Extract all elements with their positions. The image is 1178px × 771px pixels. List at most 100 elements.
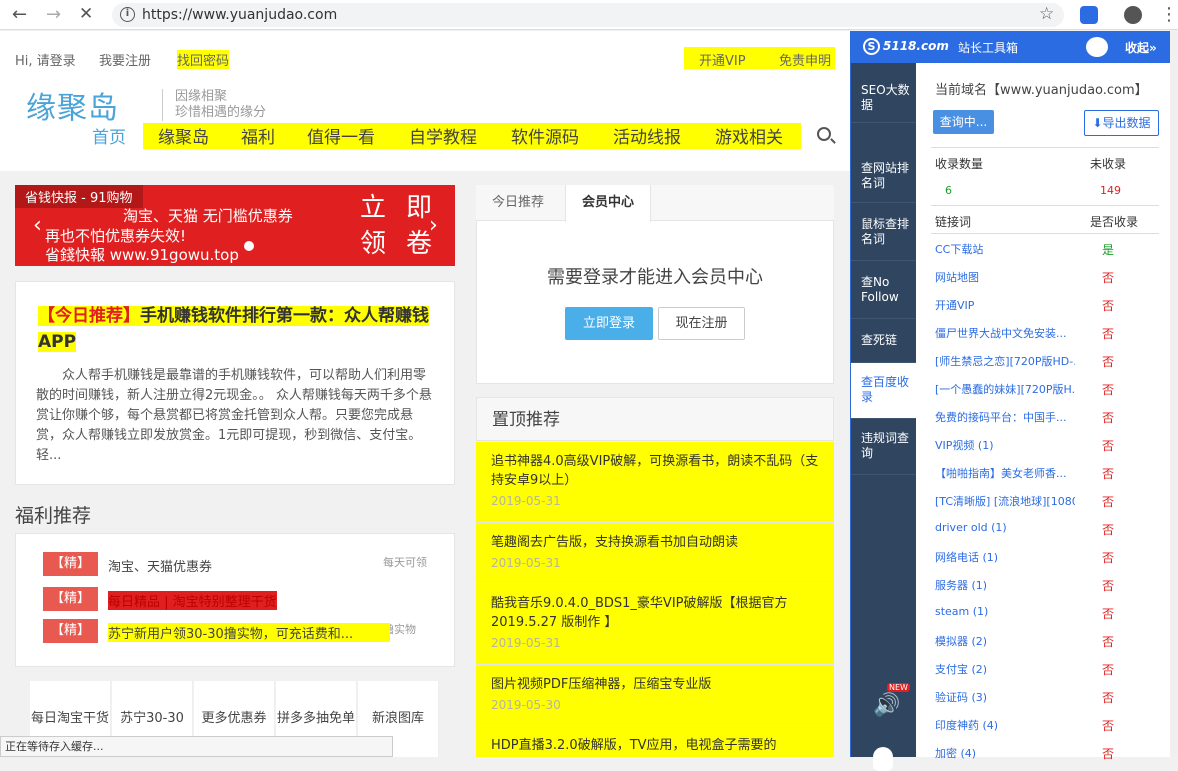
page-scrollbar[interactable] bbox=[1170, 31, 1178, 757]
nav-worth-watching[interactable]: 值得一看 bbox=[307, 123, 375, 148]
link-word[interactable]: 印度神药 (4) bbox=[935, 717, 1075, 733]
nav-activities[interactable]: 活动线报 bbox=[613, 123, 681, 148]
link-word[interactable]: 验证码 (3) bbox=[935, 689, 1075, 705]
link-word[interactable]: [一个愚蠢的妹妹][720P版H... bbox=[935, 381, 1075, 397]
sidebar-item-baidu-index[interactable]: 查百度收录 bbox=[851, 363, 916, 419]
recommend-tag: 【今日推荐】 bbox=[38, 306, 140, 326]
status-bar: 正在等待存入缓存... bbox=[0, 736, 393, 757]
back-icon[interactable]: ← bbox=[12, 4, 27, 25]
sidebar-item-seo-data[interactable]: SEO大数据 bbox=[851, 75, 916, 123]
site-logo[interactable]: 缘聚岛 bbox=[26, 83, 119, 127]
index-status: 否 bbox=[1102, 467, 1115, 481]
banner-cta: 立即领卷 bbox=[360, 193, 453, 259]
banner-dot[interactable] bbox=[244, 241, 254, 251]
speaker-icon[interactable]: 🔊 bbox=[873, 693, 900, 718]
link-word[interactable]: 网络电话 (1) bbox=[935, 549, 1075, 565]
banner-line-2: 再也不怕优惠券失效! bbox=[45, 227, 187, 245]
index-status: 否 bbox=[1102, 523, 1115, 537]
sidebar-item-site-rank[interactable]: 查网站排名词 bbox=[851, 149, 916, 203]
nav-software[interactable]: 软件源码 bbox=[511, 123, 579, 148]
promo-banner[interactable]: 省钱快报 - 91购物 淘宝、天猫 无门槛优惠券 再也不怕优惠券失效! 省錢快報… bbox=[15, 185, 455, 266]
col-indexed: 收录数量 bbox=[935, 157, 984, 171]
sidebar-item-banned-words[interactable]: 违规词查询 bbox=[851, 419, 916, 475]
link-word[interactable]: 加密 (4) bbox=[935, 745, 1075, 761]
link-word[interactable]: 支付宝 (2) bbox=[935, 661, 1075, 677]
nav-home[interactable]: 首页 bbox=[92, 123, 126, 148]
search-icon[interactable] bbox=[817, 127, 831, 141]
sidebar-item-nofollow[interactable]: 查No Follow bbox=[851, 263, 916, 319]
welfare-tag: 【精】 bbox=[43, 587, 98, 611]
toolbox-brand: 5118.com bbox=[883, 39, 949, 53]
link-word[interactable]: [师生禁忌之恋][720P版HD-... bbox=[935, 353, 1075, 369]
today-recommend-card: 【今日推荐】手机赚钱软件排行第一款：众人帮赚钱APP 众人帮手机赚钱是最靠谱的手… bbox=[15, 281, 455, 485]
recommend-title[interactable]: 【今日推荐】手机赚钱软件排行第一款：众人帮赚钱APP bbox=[38, 303, 450, 355]
register-link[interactable]: 我要注册 bbox=[99, 50, 151, 69]
nav-yuanjudao[interactable]: 缘聚岛 bbox=[158, 123, 209, 148]
login-link[interactable]: Hi, 请登录 bbox=[15, 50, 76, 69]
unindexed-count: 149 bbox=[1100, 184, 1121, 197]
query-button[interactable]: 查询中... bbox=[933, 110, 994, 134]
pinned-item[interactable]: HDP直播3.2.0破解版，TV应用，电视盒子需要的 bbox=[476, 726, 834, 757]
pinned-item[interactable]: 图片视频PDF压缩神器，压缩宝专业版 2019-05-30 bbox=[476, 665, 834, 726]
website-page: Hi, 请登录 我要注册 找回密码 开通VIP 免责申明 缘聚岛 因缘相聚 珍惜… bbox=[0, 31, 850, 757]
pinned-item-date: 2019-05-31 bbox=[491, 636, 561, 650]
link-word[interactable]: 服务器 (1) bbox=[935, 577, 1075, 593]
index-status: 是 bbox=[1102, 243, 1115, 257]
forward-icon[interactable]: → bbox=[46, 4, 61, 25]
login-button[interactable]: 立即登录 bbox=[565, 307, 653, 340]
link-word[interactable]: driver old (1) bbox=[935, 521, 1075, 534]
divider bbox=[931, 147, 1159, 148]
link-word[interactable]: VIP视频 (1) bbox=[935, 437, 1075, 453]
pinned-item-title: 图片视频PDF压缩神器，压缩宝专业版 bbox=[491, 677, 712, 692]
nav-games[interactable]: 游戏相关 bbox=[715, 123, 783, 148]
index-status: 否 bbox=[1102, 439, 1115, 453]
stop-icon[interactable]: ✕ bbox=[79, 4, 93, 24]
slogan-line-2: 珍惜相遇的缘分 bbox=[175, 105, 267, 120]
tab-member-center[interactable]: 会员中心 bbox=[565, 185, 652, 222]
link-word[interactable]: [TC清晰版] [流浪地球][1080... bbox=[935, 493, 1075, 509]
pinned-item[interactable]: 追书神器4.0高级VIP破解，可换源看书，朗读不乱码（支持安卓9以上） 2019… bbox=[476, 442, 834, 523]
current-domain: 当前域名【www.yuanjudao.com】 bbox=[935, 83, 1148, 98]
site-info-icon[interactable]: i bbox=[120, 7, 135, 22]
index-status: 否 bbox=[1102, 383, 1115, 397]
link-word[interactable]: 僵尸世界大战中文免安装... bbox=[935, 325, 1075, 341]
banner-next-icon[interactable]: › bbox=[429, 213, 438, 238]
toolbox-logo: S 5118.com bbox=[863, 38, 949, 55]
welfare-card: 【精】 淘宝、天猫优惠券 每天可领 【精】 每日精品 | 淘宝特别整理干货 【精… bbox=[15, 533, 455, 667]
link-word[interactable]: 免费的接码平台：中国手... bbox=[935, 409, 1075, 425]
recover-password-link[interactable]: 找回密码 bbox=[177, 50, 230, 69]
profile-icon[interactable] bbox=[1124, 6, 1142, 24]
link-word[interactable]: 模拟器 (2) bbox=[935, 633, 1075, 649]
disclaimer-link[interactable]: 免责申明 bbox=[779, 50, 831, 69]
qq-icon[interactable] bbox=[873, 747, 893, 771]
pinned-item[interactable]: 酷我音乐9.0.4.0_BDS1_豪华VIP破解版【根据官方2019.5.27 … bbox=[476, 584, 834, 665]
link-word[interactable]: 网站地图 bbox=[935, 269, 1075, 285]
nav-welfare[interactable]: 福利 bbox=[241, 123, 275, 148]
menu-kebab-icon[interactable]: ⋮ bbox=[1160, 4, 1178, 25]
register-button[interactable]: 现在注册 bbox=[658, 307, 745, 340]
link-word[interactable]: steam (1) bbox=[935, 605, 1075, 618]
sidebar-item-deadlinks[interactable]: 查死链 bbox=[851, 321, 916, 363]
index-status: 否 bbox=[1102, 495, 1115, 509]
banner-prev-icon[interactable]: ‹ bbox=[33, 213, 42, 238]
slogan-line-1: 因缘相聚 bbox=[175, 89, 228, 104]
index-status: 否 bbox=[1102, 299, 1115, 313]
export-button[interactable]: ⬇导出数据 bbox=[1084, 110, 1159, 136]
extension-5118-icon[interactable] bbox=[1080, 6, 1098, 24]
download-icon: ⬇ bbox=[1092, 116, 1103, 130]
bookmark-star-icon[interactable]: ☆ bbox=[1039, 4, 1054, 24]
toggle-switch[interactable] bbox=[1086, 37, 1108, 57]
tab-today-recommend[interactable]: 今日推荐 bbox=[476, 185, 560, 221]
pinned-item[interactable]: 笔趣阁去广告版，支持换源看书加自动朗读 2019-05-31 bbox=[476, 523, 834, 584]
collapse-button[interactable]: 收起» bbox=[1125, 39, 1157, 56]
nav-tutorials[interactable]: 自学教程 bbox=[409, 123, 477, 148]
link-word[interactable]: 开通VIP bbox=[935, 297, 1075, 313]
link-word[interactable]: 【啪啪指南】美女老师香... bbox=[935, 465, 1075, 481]
link-word[interactable]: CC下载站 bbox=[935, 241, 1075, 257]
toolbox-main: 当前域名【www.yuanjudao.com】 查询中... ⬇导出数据 收录数… bbox=[916, 63, 1178, 761]
index-status: 否 bbox=[1102, 691, 1115, 705]
sidebar-item-mouse-rank[interactable]: 鼠标查排名词 bbox=[851, 205, 916, 261]
pinned-item-title: HDP直播3.2.0破解版，TV应用，电视盒子需要的 bbox=[491, 738, 777, 753]
address-bar[interactable]: i https://www.yuanjudao.com bbox=[112, 3, 1064, 27]
vip-link[interactable]: 开通VIP bbox=[699, 50, 746, 69]
